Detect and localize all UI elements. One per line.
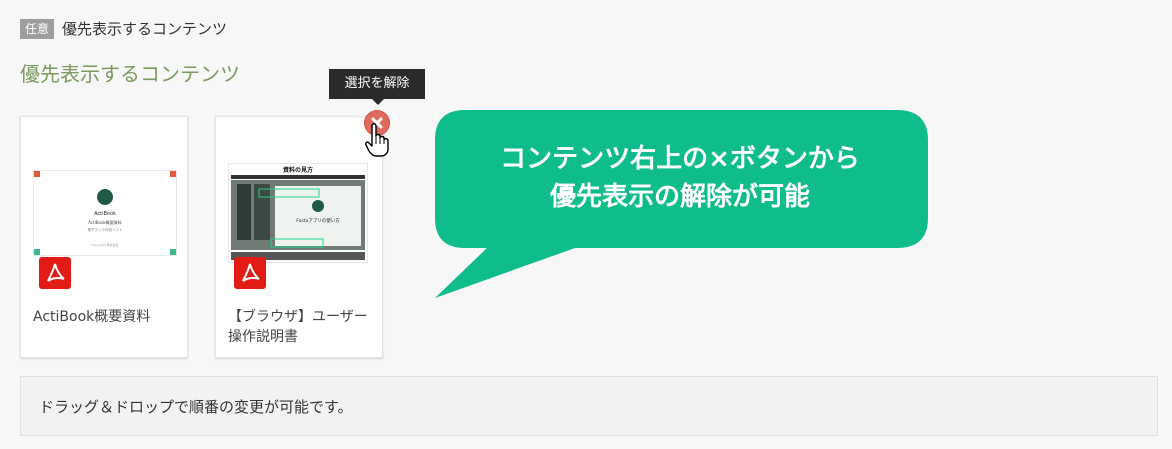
pdf-glyph [47, 263, 65, 282]
section-title: 優先表示するコンテンツ [20, 62, 240, 86]
card-title: ActiBook概要資料 [33, 309, 151, 325]
card-thumbnail: 資料の見方 Fostaアプリの使い方 [228, 163, 368, 263]
thumb-heading: 資料の見方 [283, 166, 313, 174]
pdf-glyph [242, 263, 260, 282]
tooltip: 選択を解除 [329, 69, 425, 99]
field-label: 優先表示するコンテンツ [62, 20, 228, 38]
pdf-icon [234, 257, 266, 289]
thumb-line2: 電子ブック作成ソフト [88, 227, 123, 232]
brand-logo [97, 189, 113, 205]
content-card[interactable]: 資料の見方 Fostaアプリの使い方 【ブラウザ】ユーザー操作説明書 [215, 116, 383, 358]
thumb-brand: ActiBook [94, 211, 116, 217]
card-thumbnail: ActiBook ActiBook概要資料 電子ブック作成ソフト Copyrig… [33, 170, 177, 256]
thumb-sub: Fostaアプリの使い方 [296, 217, 340, 224]
callout-line1: コンテンツ右上の×ボタンから [500, 144, 860, 174]
callout-text: コンテンツ右上の×ボタンから 優先表示の解除が可能 [440, 140, 920, 216]
field-header: 任意 優先表示するコンテンツ [20, 18, 227, 39]
content-card[interactable]: ActiBook ActiBook概要資料 電子ブック作成ソフト Copyrig… [20, 116, 188, 358]
tooltip-arrow [372, 99, 384, 105]
help-note: ドラッグ＆ドロップで順番の変更が可能です。 [20, 376, 1158, 436]
card-title: 【ブラウザ】ユーザー操作説明書 [228, 309, 368, 345]
thumbnail-image: ActiBook ActiBook概要資料 電子ブック作成ソフト Copyrig… [34, 171, 176, 255]
thumb-line1: ActiBook概要資料 [88, 219, 122, 225]
hand-cursor-icon [365, 123, 389, 157]
thumbnail-image: 資料の見方 Fostaアプリの使い方 [229, 164, 367, 262]
pdf-icon [39, 257, 71, 289]
callout-line2: 優先表示の解除が可能 [549, 182, 810, 212]
thumb-footer: Copyright 株式会社 [91, 242, 119, 247]
optional-badge: 任意 [20, 18, 55, 39]
